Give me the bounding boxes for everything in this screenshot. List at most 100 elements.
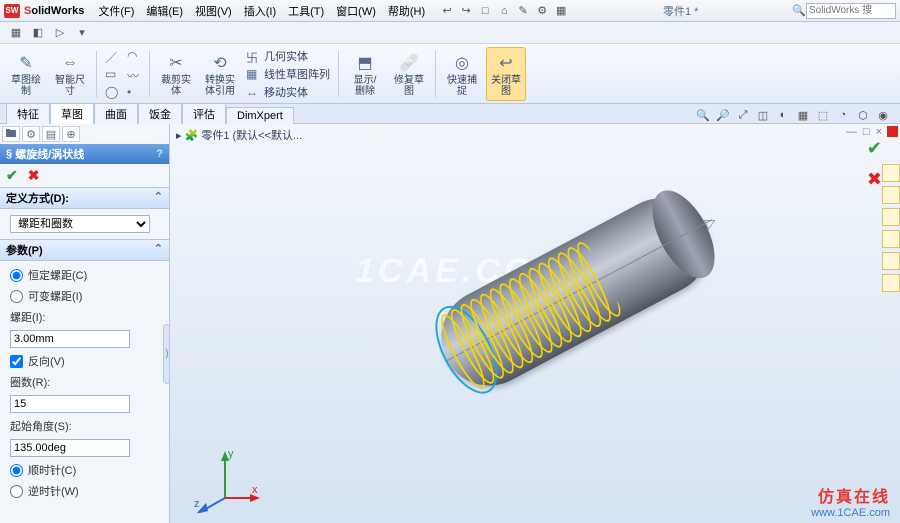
convert-entities-button[interactable]: ⟲转换实 体引用 [200, 47, 240, 101]
move-entities-button[interactable]: ↔移动实体 [244, 84, 332, 100]
tab-dimxpert[interactable]: DimXpert [226, 107, 294, 124]
line-tool-icon[interactable]: ／ [103, 49, 121, 63]
orientation-triad[interactable]: y x z [190, 443, 260, 513]
undo-icon[interactable]: ↩ [439, 3, 455, 19]
menu-window[interactable]: 窗口(W) [330, 1, 382, 21]
title-document: 零件1 * [569, 3, 792, 19]
heads-up-toolbar: 🔍 🔎 ⤢ ◫ ◐ ▦ ⬚ ◔ ⬡ ◉ [694, 107, 900, 123]
app-logo: SW [4, 4, 20, 18]
taskpane-appearances-icon[interactable] [882, 252, 900, 270]
taskpane-library-icon[interactable] [882, 186, 900, 204]
corner-ok-icon[interactable]: ✔ [867, 138, 882, 159]
smart-dimension-button[interactable]: ⇔智能尺 寸 [50, 47, 90, 101]
arc-tool-icon[interactable]: ◠ [125, 49, 143, 63]
render-icon[interactable]: ◉ [874, 107, 892, 123]
clockwise-radio[interactable] [10, 464, 23, 477]
display-style-icon[interactable]: ◐ [774, 107, 792, 123]
filter-icon[interactable]: ◧ [30, 25, 46, 41]
redo-icon[interactable]: ↪ [458, 3, 474, 19]
dropdown-icon[interactable]: ▾ [74, 25, 90, 41]
minimize-icon[interactable]: — [846, 126, 857, 138]
snap-icon: ◎ [450, 51, 474, 75]
entity-operations-group: 卐几何实体 ▦线性草图阵列 ↔移动实体 [244, 47, 332, 101]
config-tab-icon[interactable]: ▤ [42, 126, 60, 142]
point-tool-icon[interactable]: • [125, 85, 143, 99]
tab-evaluate[interactable]: 评估 [182, 103, 226, 124]
taskpane-resources-icon[interactable] [882, 164, 900, 182]
definition-group-header[interactable]: 定义方式(D):⌃ [0, 187, 169, 209]
trim-entities-button[interactable]: ✂裁剪实 体 [156, 47, 196, 101]
main-area: 🖿 ⚙ ▤ ⊕ § 螺旋线/涡状线 ? ✔ ✖ 定义方式(D):⌃ 螺距和圈数 … [0, 124, 900, 523]
new-icon[interactable]: □ [477, 3, 493, 19]
spline-tool-icon[interactable]: 〰 [125, 67, 143, 81]
rect-tool-icon[interactable]: ▭ [103, 67, 121, 81]
taskpane-palette-icon[interactable] [882, 230, 900, 248]
menu-help[interactable]: 帮助(H) [382, 1, 431, 21]
menu-edit[interactable]: 编辑(E) [140, 1, 189, 21]
separator [338, 51, 339, 97]
document-breadcrumb[interactable]: ▸ 🧩 零件1 (默认<<默认... [176, 127, 302, 143]
sketch-icon: ✎ [14, 51, 38, 75]
sketch-button[interactable]: ✎草图绘 制 [6, 47, 46, 101]
section-icon[interactable]: ◫ [754, 107, 772, 123]
open-icon[interactable]: ⌂ [496, 3, 512, 19]
menu-file[interactable]: 文件(F) [92, 1, 140, 21]
start-angle-input[interactable] [10, 439, 130, 457]
taskpane-explorer-icon[interactable] [882, 208, 900, 226]
maximize-icon[interactable]: □ [863, 126, 870, 138]
search-input[interactable] [806, 3, 896, 19]
appearance-icon[interactable]: ◔ [834, 107, 852, 123]
axis-z-label: z [194, 498, 200, 510]
panel-resize-handle[interactable]: ⟩ [163, 324, 170, 384]
zoom-fit-icon[interactable]: 🔍 [694, 107, 712, 123]
close-sketch-button[interactable]: ↩关闭草 图 [486, 47, 526, 101]
cancel-button[interactable]: ✖ [28, 167, 40, 184]
counterclockwise-radio[interactable] [10, 485, 23, 498]
graphics-viewport[interactable]: ▸ 🧩 零件1 (默认<<默认... — □ × ✔ ✖ 1CAE.COM [170, 124, 900, 523]
menu-view[interactable]: 视图(V) [189, 1, 238, 21]
scene-icon[interactable]: ⬡ [854, 107, 872, 123]
feature-tree-tab-icon[interactable]: 🖿 [2, 126, 20, 142]
arrow-icon[interactable]: ▷ [52, 25, 68, 41]
search-box[interactable]: 🔍 [792, 3, 896, 19]
close-window-icon[interactable]: × [876, 126, 882, 138]
quick-snap-button[interactable]: ◎快速捕 捉 [442, 47, 482, 101]
tab-sheetmetal[interactable]: 饭金 [138, 103, 182, 124]
reverse-checkbox[interactable] [10, 355, 23, 368]
help-icon[interactable]: ? [156, 148, 163, 160]
view-orientation-icon[interactable]: ▦ [794, 107, 812, 123]
rotate-icon[interactable]: ⤢ [734, 107, 752, 123]
linear-pattern-button[interactable]: ▦线性草图阵列 [244, 66, 332, 82]
revolutions-input[interactable] [10, 395, 130, 413]
dimxpert-tab-icon[interactable]: ⊕ [62, 126, 80, 142]
hide-show-icon[interactable]: ⬚ [814, 107, 832, 123]
zoom-area-icon[interactable]: 🔎 [714, 107, 732, 123]
save-icon[interactable]: ✎ [515, 3, 531, 19]
constant-pitch-radio[interactable] [10, 269, 23, 282]
parameters-group-header[interactable]: 参数(P)⌃ [0, 239, 169, 261]
quickbar: ▦ ◧ ▷ ▾ [0, 22, 900, 44]
close-app-icon[interactable] [887, 126, 898, 137]
variable-pitch-radio[interactable] [10, 290, 23, 303]
offset-entities-button[interactable]: 卐几何实体 [244, 48, 332, 64]
linear-pattern-icon: ▦ [246, 67, 260, 81]
display-delete-button[interactable]: ⬒显示/ 删除 [345, 47, 385, 101]
property-tab-icon[interactable]: ⚙ [22, 126, 40, 142]
menu-insert[interactable]: 插入(I) [238, 1, 282, 21]
arc-tools-group: ◠ 〰 • [125, 47, 143, 101]
circle-tool-icon[interactable]: ◯ [103, 85, 121, 99]
menu-tools[interactable]: 工具(T) [282, 1, 330, 21]
rebuild-icon[interactable]: ▦ [553, 3, 569, 19]
options-icon[interactable]: ⚙ [534, 3, 550, 19]
corner-cancel-icon[interactable]: ✖ [867, 169, 882, 190]
taskpane-custom-icon[interactable] [882, 274, 900, 292]
pitch-input[interactable] [10, 330, 130, 348]
tab-surface[interactable]: 曲面 [94, 103, 138, 124]
title-quick-access: ↩ ↪ □ ⌂ ✎ ⚙ ▦ [439, 3, 569, 19]
definition-select[interactable]: 螺距和圈数 [10, 215, 150, 233]
select-icon[interactable]: ▦ [8, 25, 24, 41]
tab-sketch[interactable]: 草图 [50, 103, 94, 124]
repair-sketch-button[interactable]: 🩹修复草 图 [389, 47, 429, 101]
tab-features[interactable]: 特征 [6, 103, 50, 124]
ok-button[interactable]: ✔ [6, 167, 18, 184]
